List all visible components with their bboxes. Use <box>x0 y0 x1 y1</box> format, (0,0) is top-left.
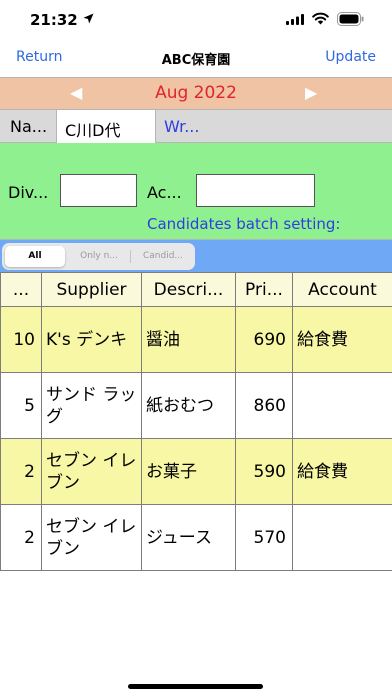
account-input[interactable] <box>196 174 315 207</box>
name-value: C川D代 <box>65 121 121 140</box>
update-button[interactable]: Update <box>325 49 376 65</box>
filter-segmented-control: All Only n... Candid... <box>2 243 195 270</box>
description-cell: 紙おむつ <box>141 372 236 439</box>
account-cell <box>292 372 392 439</box>
table-row[interactable]: 2 セブン イレブン お菓子 590 給食費 <box>0 438 392 505</box>
supplier-cell: セブン イレブン <box>41 504 142 571</box>
price-cell: 570 <box>235 504 293 571</box>
cellular-signal-icon <box>286 14 304 25</box>
supplier-cell: サンド ラッグ <box>41 372 142 439</box>
column-header-account[interactable]: Account <box>292 272 392 307</box>
column-header-supplier[interactable]: Supplier <box>41 272 142 307</box>
month-label: Aug 2022 <box>155 83 237 103</box>
supplier-cell: K's デンキ <box>41 306 142 373</box>
battery-icon <box>337 12 364 26</box>
filter-candidates[interactable]: Candid... <box>132 246 194 267</box>
account-cell: 給食費 <box>292 306 392 373</box>
account-cell <box>292 504 392 571</box>
quantity-cell: 5 <box>0 372 42 439</box>
name-row: Na... C川D代 Wr... <box>0 110 392 143</box>
price-cell: 860 <box>235 372 293 439</box>
column-header-quantity[interactable]: ... <box>0 272 42 307</box>
column-header-price[interactable]: Pri... <box>235 272 293 307</box>
filter-only-new[interactable]: Only n... <box>68 246 130 267</box>
name-label: Na... <box>10 117 48 136</box>
table-row[interactable]: 2 セブン イレブン ジュース 570 <box>0 504 392 571</box>
supplier-cell: セブン イレブン <box>41 438 142 505</box>
month-selector: ◀ Aug 2022 ▶ <box>0 77 392 110</box>
write-button[interactable]: Wr... <box>164 117 199 136</box>
expense-table: ... Supplier Descri... Pri... Account 10… <box>0 272 392 571</box>
division-input[interactable] <box>60 174 137 207</box>
description-cell: 醤油 <box>141 306 236 373</box>
filter-all[interactable]: All <box>5 246 65 267</box>
price-cell: 690 <box>235 306 293 373</box>
division-label: Div... <box>8 183 49 202</box>
segment-divider <box>130 250 131 263</box>
description-cell: お菓子 <box>141 438 236 505</box>
account-label: Ac... <box>147 183 182 202</box>
status-bar: 21:32 <box>0 0 392 40</box>
wifi-icon <box>312 12 329 25</box>
next-month-icon[interactable]: ▶ <box>305 83 317 102</box>
home-indicator[interactable] <box>128 684 263 689</box>
table-header-row: ... Supplier Descri... Pri... Account <box>0 272 392 307</box>
navigation-bar: Return ABC保育園 Update <box>0 40 392 76</box>
location-arrow-icon <box>83 13 94 24</box>
table-row[interactable]: 5 サンド ラッグ 紙おむつ 860 <box>0 372 392 439</box>
description-cell: ジュース <box>141 504 236 571</box>
filter-bar: All Only n... Candid... <box>0 240 392 272</box>
name-value-box: C川D代 <box>56 110 156 143</box>
account-cell: 給食費 <box>292 438 392 505</box>
quantity-cell: 10 <box>0 306 42 373</box>
status-time: 21:32 <box>30 11 78 29</box>
price-cell: 590 <box>235 438 293 505</box>
column-header-description[interactable]: Descri... <box>141 272 236 307</box>
table-row[interactable]: 10 K's デンキ 醤油 690 給食費 <box>0 306 392 373</box>
quantity-cell: 2 <box>0 438 42 505</box>
quantity-cell: 2 <box>0 504 42 571</box>
candidates-batch-setting-button[interactable]: Candidates batch setting: <box>147 215 340 233</box>
batch-setting-panel: Div... Ac... Candidates batch setting: <box>0 143 392 240</box>
